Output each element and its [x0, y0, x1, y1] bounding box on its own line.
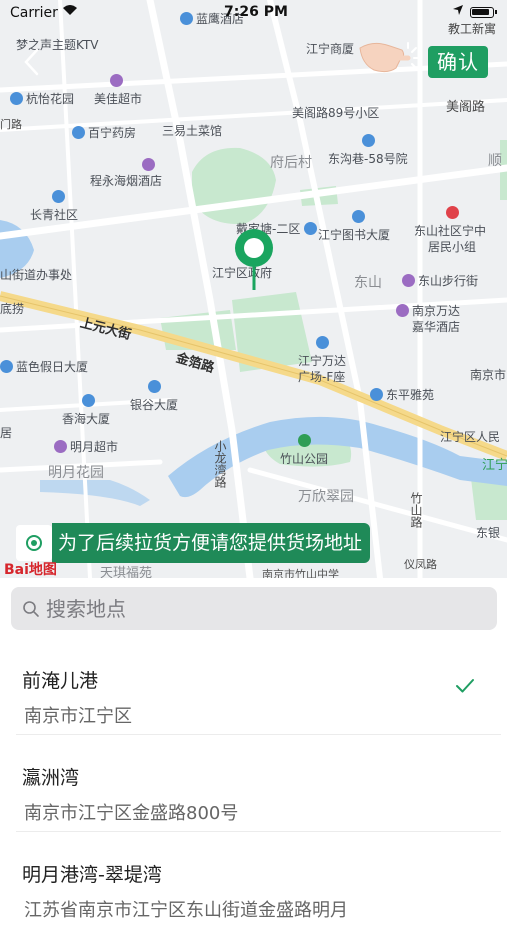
- tip-text: 为了后续拉货方便请您提供货场地址: [52, 523, 371, 563]
- back-button[interactable]: [20, 46, 44, 78]
- location-address: 南京市江宁区: [24, 706, 132, 727]
- poi-label: 程永海烟酒店: [90, 158, 162, 188]
- wifi-icon: [62, 4, 78, 20]
- poi-label: 长青社区: [30, 190, 78, 222]
- status-time: 7:26 PM: [224, 4, 288, 20]
- map-view[interactable]: 梦之声主题KTV 蓝鹰酒店 杭怡花园 美佳超市 江宁商厦 美阁路89号小区 百宁…: [0, 0, 507, 578]
- area-label: 天琪福苑: [100, 566, 153, 578]
- area-label: 南京市竹山中学: [262, 568, 339, 578]
- location-arrow-icon: [452, 4, 464, 19]
- status-bar: Carrier 7:26 PM: [0, 0, 507, 26]
- search-bar: [0, 578, 507, 638]
- poi-label: 江宁区人民: [440, 430, 501, 444]
- carrier-label: Carrier: [10, 5, 58, 21]
- poi-label: 三易土菜馆: [162, 124, 223, 138]
- poi-label: 东银: [476, 526, 501, 540]
- poi-label: 东平雅苑: [370, 388, 434, 402]
- poi-label: 百宁药房: [72, 126, 136, 140]
- road-label: 仪凤路: [404, 558, 437, 571]
- address-tip-banner: 为了后续拉货方便请您提供货场地址: [16, 523, 371, 563]
- poi-label: 杭怡花园: [10, 92, 74, 106]
- search-field-container[interactable]: [11, 587, 497, 630]
- poi-label: 竹山公园: [280, 434, 328, 466]
- road-label: 美阁路: [446, 100, 486, 115]
- area-label: 府后村: [270, 155, 312, 171]
- road-label: 小龙湾路: [213, 440, 227, 488]
- poi-label: 蓝色假日大厦: [0, 360, 88, 374]
- location-name: 明月港湾-翠堤湾: [22, 864, 162, 886]
- poi-label: 江宁图书大厦: [318, 210, 390, 242]
- road-label: 门路: [0, 118, 22, 131]
- poi-label: 东山步行街: [402, 274, 478, 288]
- poi-label: 广场-F座: [298, 370, 346, 384]
- poi-label: 东山社区宁中: [414, 206, 486, 238]
- poi-label: 江宁商厦: [306, 42, 355, 56]
- poi-label: 底捞: [0, 302, 25, 316]
- poi-label: 居: [0, 426, 13, 440]
- locate-icon[interactable]: [16, 525, 52, 561]
- location-results-list: 前淹儿港 南京市江宁区 瀛洲湾 南京市江宁区金盛路800号 明月港湾-翠堤湾 江…: [0, 638, 507, 928]
- area-label: 东山: [354, 275, 382, 291]
- list-item[interactable]: 瀛洲湾 南京市江宁区金盛路800号: [16, 735, 501, 832]
- poi-label: 居民小组: [428, 240, 477, 254]
- poi-label: 香海大厦: [62, 394, 110, 426]
- poi-label: 东沟巷-58号院: [328, 134, 408, 166]
- poi-label: 美阁路89号小区: [292, 106, 380, 120]
- poi-label: 南京万达: [396, 304, 460, 318]
- pointing-hand-icon: [359, 42, 421, 73]
- battery-icon: [470, 7, 497, 18]
- chevron-left-icon: [24, 48, 39, 76]
- area-label: 顺: [488, 153, 502, 169]
- location-name: 瀛洲湾: [22, 767, 80, 789]
- area-label: 万欣翠园: [298, 489, 354, 505]
- list-item[interactable]: 前淹儿港 南京市江宁区: [16, 638, 501, 735]
- checkmark-icon: [456, 679, 474, 693]
- area-label: 明月花园: [48, 465, 104, 481]
- poi-label: 美佳超市: [94, 92, 143, 106]
- baidu-map-logo: Bai地图: [4, 562, 57, 578]
- road-label: 竹山路: [409, 492, 423, 528]
- poi-label: 江宁万达: [298, 336, 346, 368]
- search-input[interactable]: [44, 595, 468, 622]
- poi-label: 山街道办事处: [0, 268, 73, 282]
- poi-label: [78, 74, 126, 88]
- road-label: 江宁: [482, 458, 507, 473]
- poi-label: 嘉华酒店: [412, 320, 461, 334]
- location-name: 前淹儿港: [22, 670, 99, 692]
- search-icon: [23, 600, 39, 617]
- confirm-button[interactable]: 确认: [428, 46, 488, 78]
- location-pin-icon[interactable]: [232, 226, 276, 292]
- poi-label: 明月超市: [54, 440, 118, 454]
- list-item[interactable]: 明月港湾-翠堤湾 江苏省南京市江宁区东山街道金盛路明月: [16, 832, 501, 928]
- poi-label: 银谷大厦: [130, 380, 178, 412]
- location-address: 南京市江宁区金盛路800号: [24, 803, 239, 824]
- poi-label: 南京市: [470, 368, 507, 382]
